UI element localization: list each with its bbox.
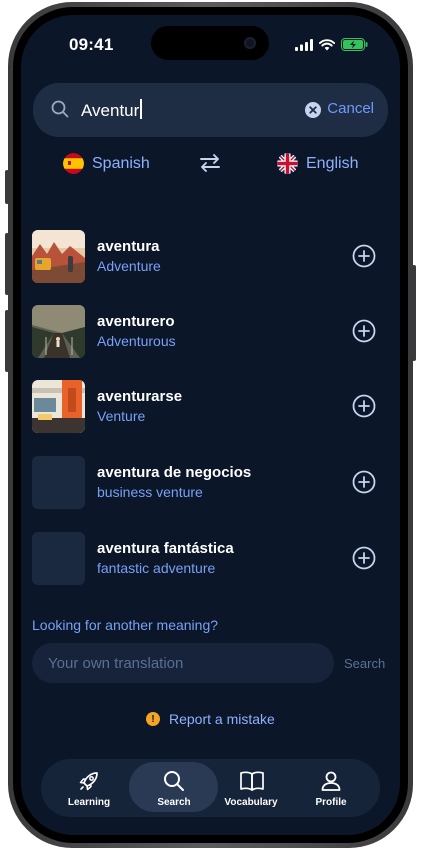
cancel-button[interactable]: Cancel: [327, 100, 374, 117]
language-selector: Spanish English: [21, 153, 400, 183]
report-mistake-link[interactable]: ! Report a mistake: [146, 711, 275, 727]
result-thumbnail-placeholder: [32, 456, 85, 509]
add-word-icon[interactable]: [352, 319, 376, 343]
result-thumbnail: [32, 230, 85, 283]
own-translation-search-button[interactable]: Search: [344, 656, 385, 671]
add-word-icon[interactable]: [352, 546, 376, 570]
target-language-label: English: [306, 154, 359, 172]
result-item[interactable]: aventura de negocios business venture: [32, 456, 387, 512]
tab-learning[interactable]: Learning: [49, 759, 129, 817]
own-translation-input[interactable]: [32, 643, 334, 683]
result-word: aventura fantástica: [97, 540, 234, 557]
tab-profile[interactable]: Profile: [291, 759, 371, 817]
result-word: aventura de negocios: [97, 464, 252, 481]
report-mistake-label: Report a mistake: [169, 711, 275, 727]
tab-search[interactable]: Search: [126, 759, 221, 817]
search-bar[interactable]: Aventur Cancel: [33, 83, 388, 137]
result-thumbnail-placeholder: [32, 532, 85, 585]
spain-flag-icon: [63, 153, 84, 174]
clear-icon[interactable]: [305, 102, 321, 118]
result-item[interactable]: aventura fantástica fantastic adventure: [32, 532, 387, 588]
signal-icon: [295, 38, 313, 51]
dynamic-island: [151, 26, 269, 60]
status-time: 09:41: [69, 35, 114, 54]
tab-label: Search: [157, 797, 191, 808]
result-item[interactable]: aventurero Adventurous: [32, 305, 387, 361]
home-indicator: [151, 823, 271, 828]
result-translation: business venture: [97, 484, 203, 500]
add-word-icon[interactable]: [352, 244, 376, 268]
status-icons: [295, 38, 368, 51]
another-meaning-prompt: Looking for another meaning?: [32, 617, 219, 633]
tab-bar: Learning Search Vocabulary Profile: [41, 759, 380, 817]
camera-icon: [244, 37, 256, 49]
search-input[interactable]: Aventur: [81, 99, 142, 121]
result-thumbnail: [32, 380, 85, 433]
source-language-button[interactable]: Spanish: [63, 153, 150, 174]
result-word: aventura: [97, 238, 160, 255]
uk-flag-icon: [277, 153, 298, 174]
result-translation: Adventure: [97, 258, 161, 274]
app-screen: 09:41 Aventur Cancel Spanish English ave…: [21, 15, 400, 835]
book-icon: [240, 771, 264, 791]
tab-label: Learning: [67, 797, 111, 808]
result-word: aventurero: [97, 313, 175, 330]
source-language-label: Spanish: [92, 154, 150, 172]
result-translation: Adventurous: [97, 333, 176, 349]
result-translation: fantastic adventure: [97, 560, 216, 576]
tab-label: Profile: [315, 797, 347, 808]
target-language-button[interactable]: English: [277, 153, 358, 174]
result-item[interactable]: aventurarse Venture: [32, 380, 387, 436]
add-word-icon[interactable]: [352, 394, 376, 418]
swap-languages-icon[interactable]: [199, 153, 221, 173]
battery-charging-icon: [341, 38, 368, 51]
warning-icon: !: [146, 712, 160, 726]
tab-label: Vocabulary: [224, 797, 278, 808]
search-input-value: Aventur: [81, 101, 140, 120]
add-word-icon[interactable]: [352, 470, 376, 494]
user-icon: [321, 771, 341, 791]
result-item[interactable]: aventura Adventure: [32, 230, 387, 286]
wifi-icon: [319, 38, 335, 50]
rocket-icon: [79, 772, 98, 791]
result-translation: Venture: [97, 408, 146, 424]
search-icon: [164, 771, 184, 791]
search-icon: [51, 100, 69, 118]
result-word: aventurarse: [97, 388, 183, 405]
tab-vocabulary[interactable]: Vocabulary: [211, 759, 291, 817]
result-thumbnail: [32, 305, 85, 358]
text-caret: [140, 99, 142, 119]
